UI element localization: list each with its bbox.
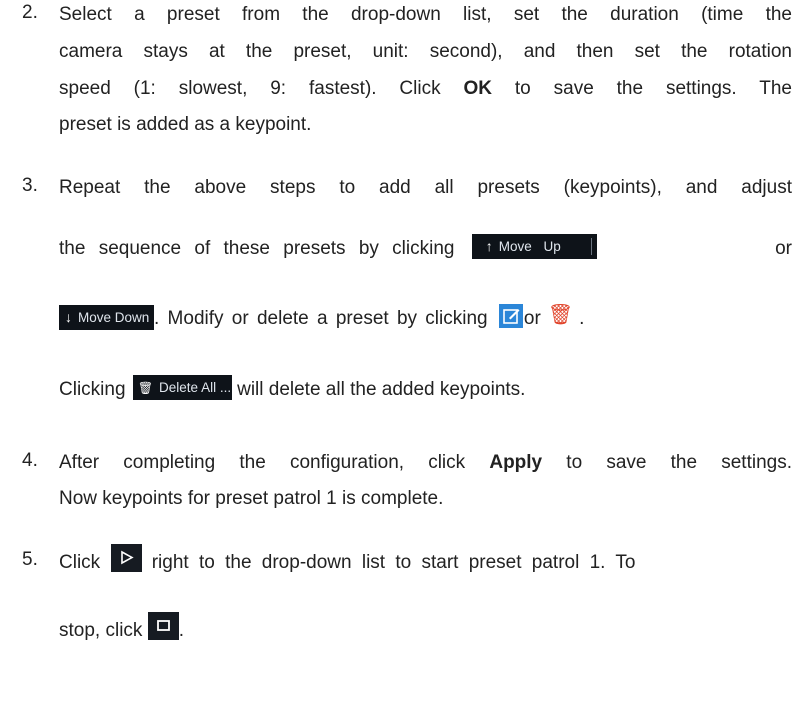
text: or (775, 238, 792, 259)
text: . (178, 620, 184, 642)
step-number: 2. (22, 2, 38, 23)
step-5-line-1: Click right to the drop-down list to sta… (59, 544, 792, 575)
button-label: Move Up (498, 239, 561, 255)
apply-keyword: Apply (489, 452, 543, 473)
text: or (523, 308, 541, 330)
text: . Modify or delete a preset by clicking (154, 308, 488, 330)
text: Clicking (59, 379, 126, 400)
text: speed (1: slowest, 9: fastest). Click (59, 78, 464, 99)
edit-icon[interactable] (498, 304, 523, 328)
move-up-button[interactable]: ↑ Move Up (471, 234, 597, 260)
step-3-line-4: Clicking 🗑︎ Delete All ... will delete al… (59, 375, 792, 403)
step-number: 4. (22, 450, 38, 471)
step-3-line-3: ↓ Move Down. Modify or delete a preset by… (59, 304, 792, 332)
step-3-line-1: Repeat the above steps to add all preset… (59, 177, 792, 198)
button-label: Move Down (78, 309, 150, 325)
text: stop, click (59, 620, 143, 642)
step-5-line-2: stop, click . (59, 612, 792, 643)
trash-icon: 🗑︎ (137, 381, 154, 396)
step-number: 3. (22, 175, 38, 196)
step-number: 5. (22, 549, 38, 570)
text: . (579, 308, 585, 330)
text: will delete all the added keypoints. (237, 379, 526, 400)
step-4-line-1: After completing the configuration, clic… (59, 450, 792, 476)
button-label: Delete All ... (159, 380, 232, 396)
text: to save the settings. (542, 452, 792, 473)
text: Click (59, 552, 101, 574)
ok-keyword: OK (463, 78, 493, 99)
arrow-up-icon: ↑ (485, 238, 493, 255)
play-icon[interactable] (111, 544, 143, 572)
text: After completing the configuration, clic… (59, 452, 490, 473)
step-2-line-4: preset is added as a keypoint. (59, 114, 312, 135)
arrow-down-icon: ↓ (65, 308, 72, 325)
step-4-line-2: Now keypoints for preset patrol 1 is com… (59, 488, 444, 509)
step-3-line-2: the sequence of these presets by clickin… (59, 234, 792, 262)
step-2-line-3: speed (1: slowest, 9: fastest). Click OK… (59, 76, 792, 102)
trash-icon[interactable]: 🗑︎ (548, 302, 573, 328)
step-2-line-2: camera stays at the preset, unit: second… (59, 41, 792, 62)
delete-all-button[interactable]: 🗑︎ Delete All ... (132, 375, 232, 401)
text: right to the drop-down list to start pre… (151, 552, 636, 574)
stop-icon[interactable] (147, 612, 179, 640)
text: the sequence of these presets by clickin… (59, 238, 455, 259)
text: to save the settings. The (492, 78, 792, 99)
step-2-line-1: Select a preset from the drop-down list,… (59, 4, 792, 25)
move-down-button[interactable]: ↓ Move Down (59, 304, 154, 330)
